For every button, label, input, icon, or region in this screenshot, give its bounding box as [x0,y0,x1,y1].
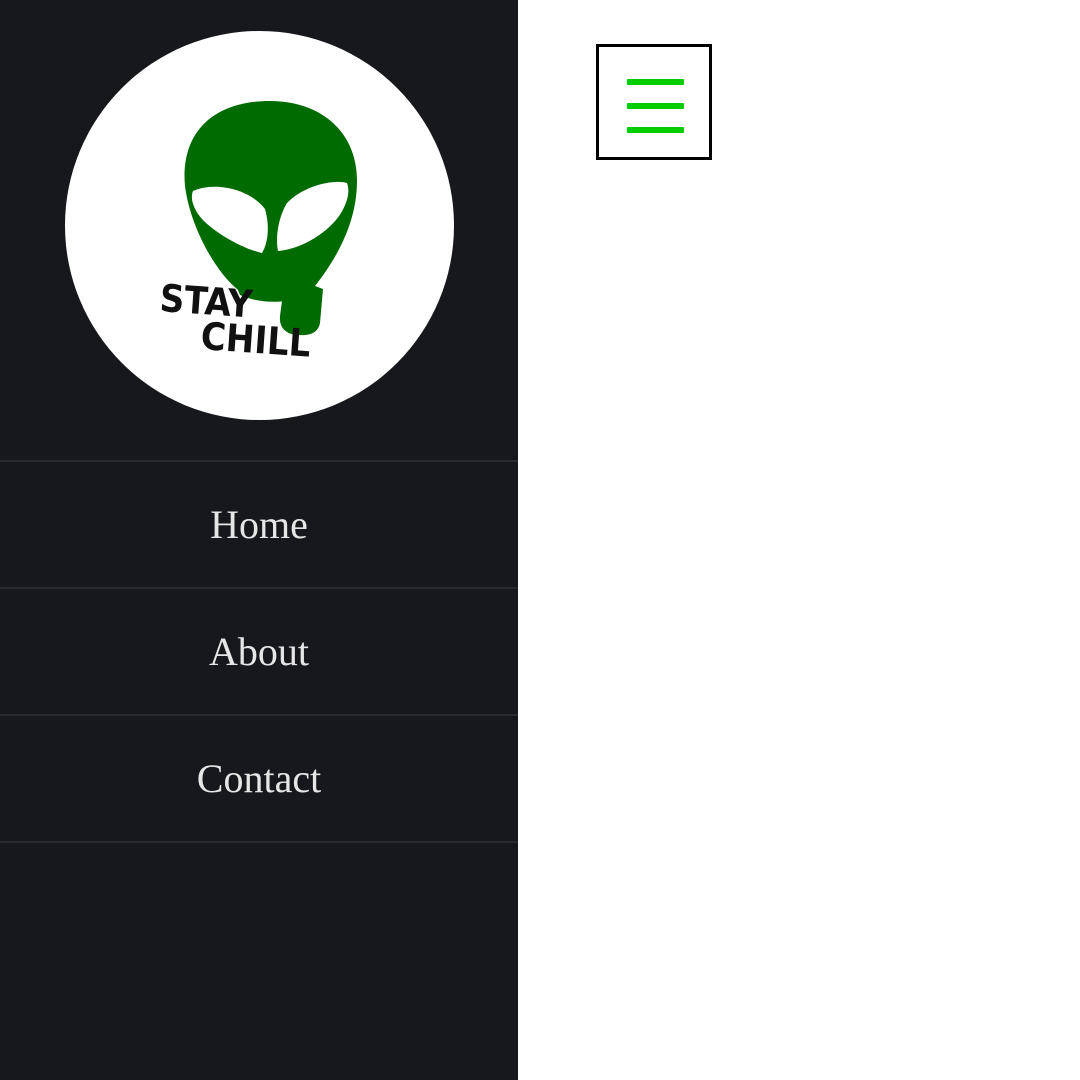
hamburger-bar-middle [627,103,684,109]
hamburger-bar-top [627,79,684,85]
menu-toggle-button[interactable] [596,44,712,160]
nav-item-home[interactable]: Home [0,462,518,589]
sidebar-nav: Home About Contact [0,460,518,843]
site-logo[interactable]: STAY CHILL [65,31,454,420]
nav-item-contact-label: Contact [196,756,322,801]
nav-item-home-label: Home [210,502,308,547]
nav-item-contact[interactable]: Contact [0,716,518,843]
nav-item-about-label: About [209,629,309,674]
nav-item-about[interactable]: About [0,589,518,716]
alien-head-logo-icon: STAY CHILL [158,101,357,366]
sidebar: STAY CHILL Home About Contact [0,0,518,1080]
svg-text:CHILL: CHILL [199,314,312,366]
hamburger-bar-bottom [627,127,684,133]
